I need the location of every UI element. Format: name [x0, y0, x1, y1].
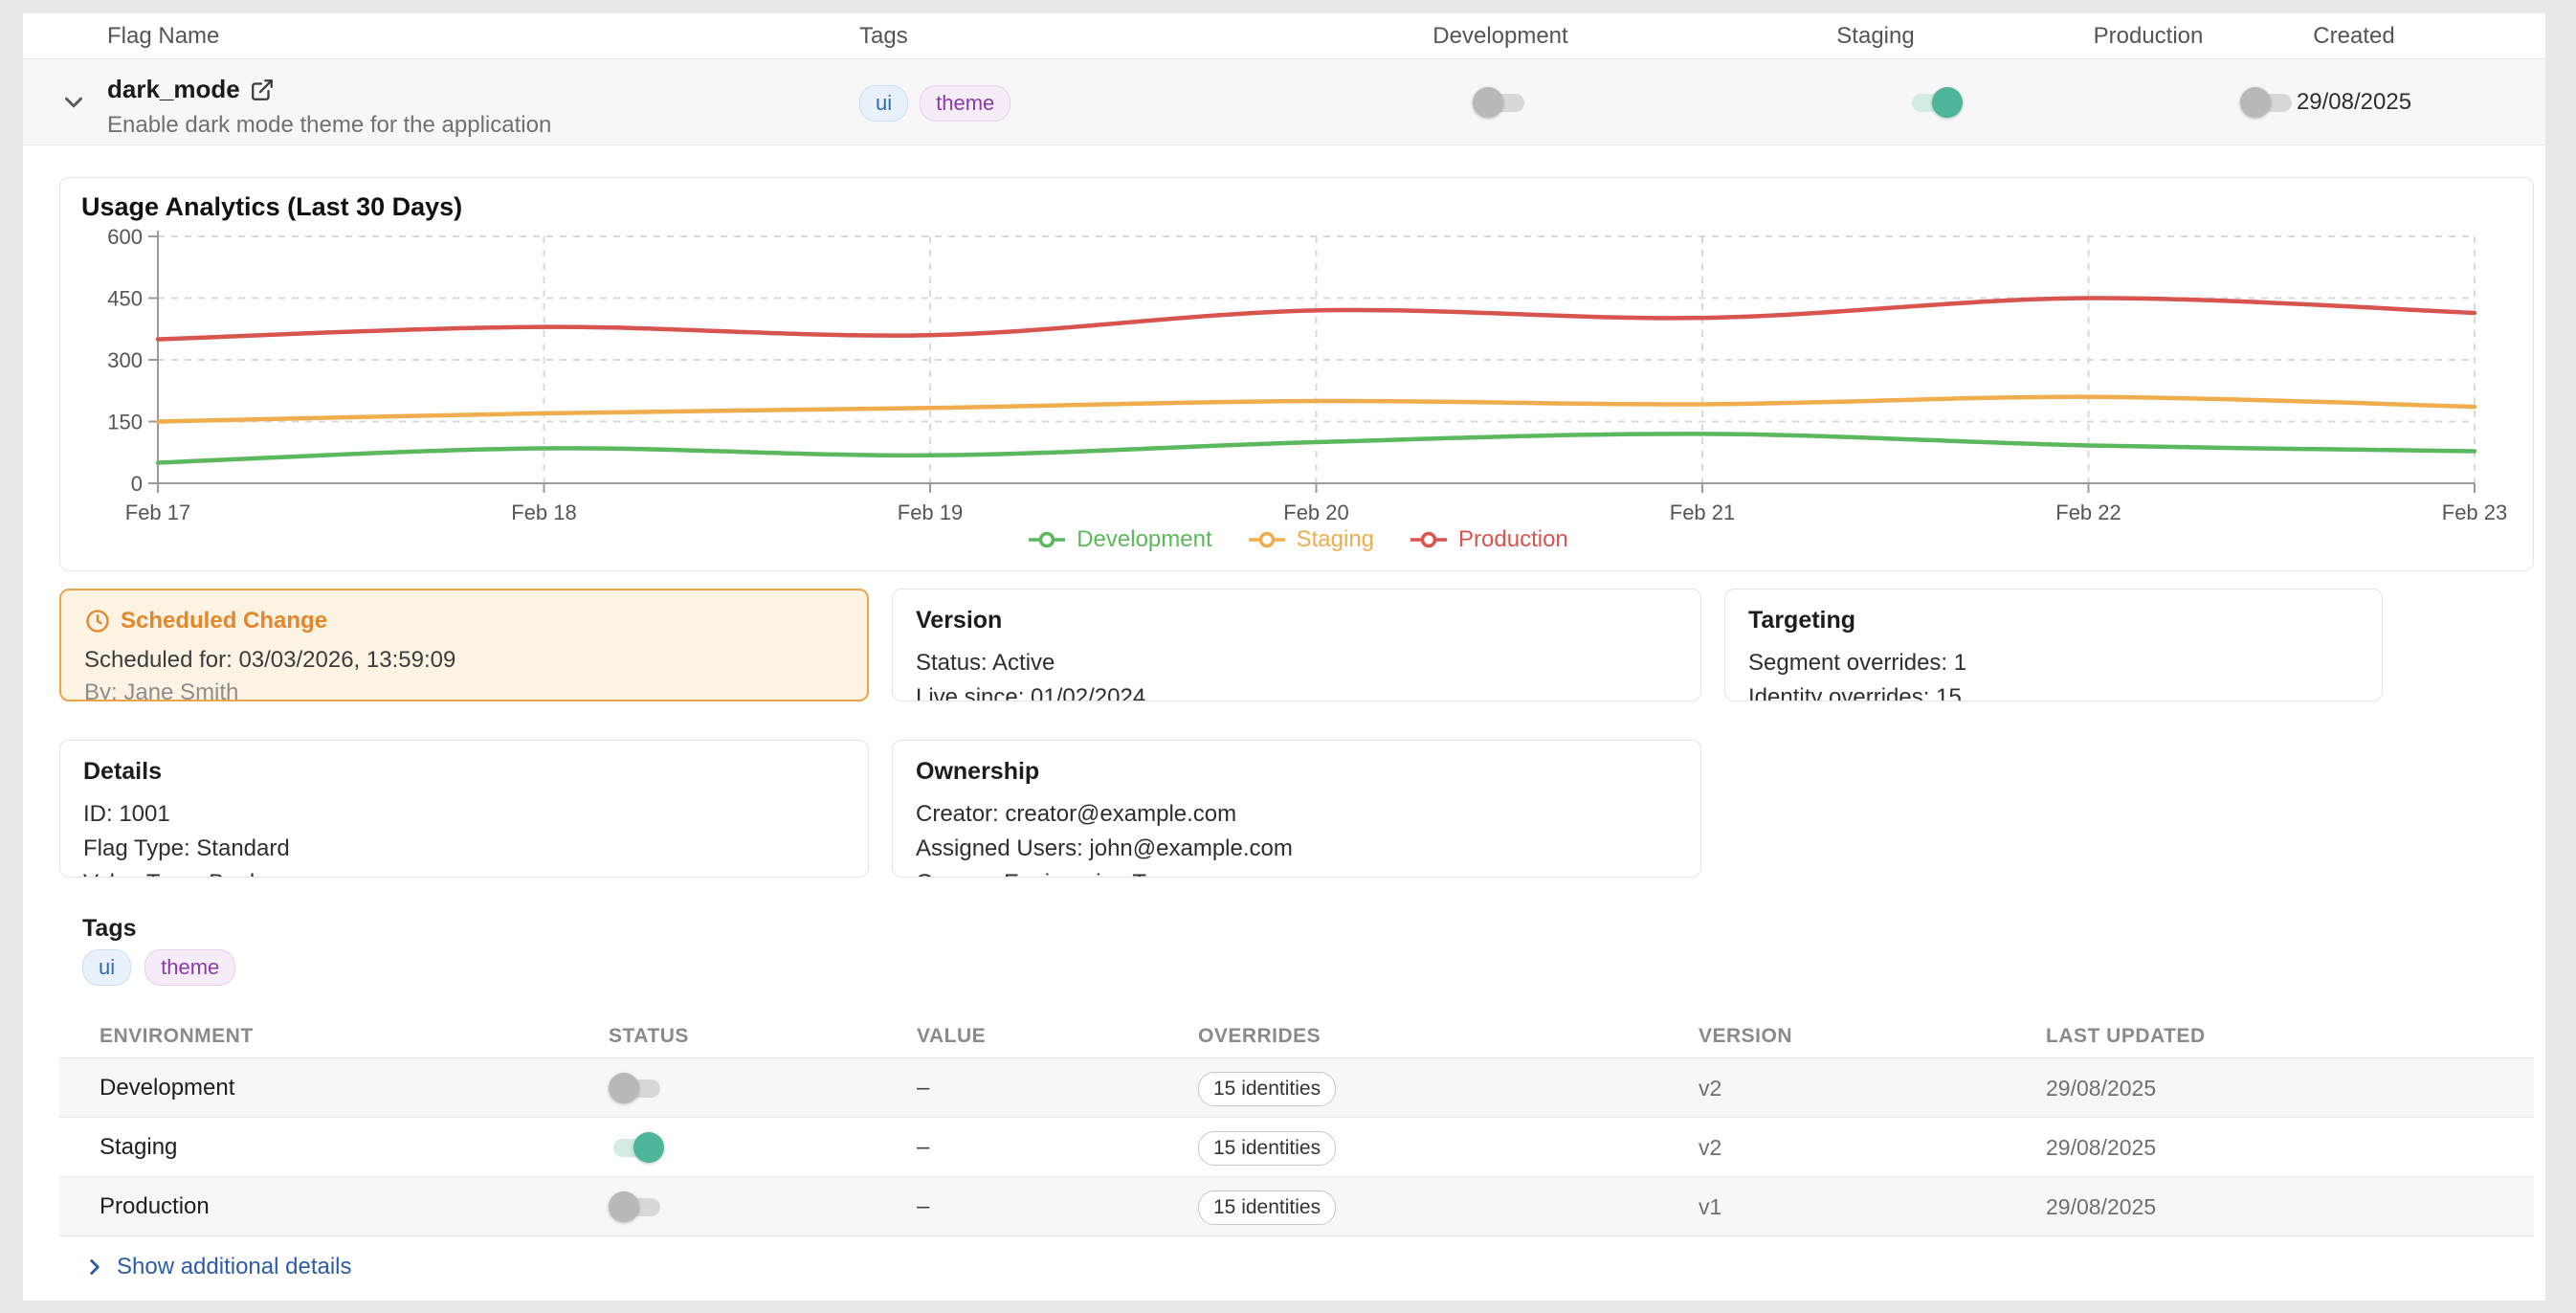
details-flag-type: Flag Type: Standard [83, 832, 845, 866]
external-link-icon[interactable] [250, 78, 275, 102]
tag-ui[interactable]: ui [859, 85, 908, 122]
env-status-toggle[interactable] [609, 1191, 664, 1223]
scheduled-for-text: Scheduled for: 03/03/2026, 13:59:09 [84, 644, 844, 677]
legend-item-production[interactable]: Production [1407, 526, 1568, 553]
scheduled-change-title: Scheduled Change [84, 608, 844, 634]
details-card: Details ID: 1001 Flag Type: Standard Val… [59, 740, 869, 878]
svg-text:300: 300 [107, 348, 143, 372]
table-row-staging: Staging – 15 identities v2 29/08/2025 [59, 1118, 2534, 1177]
tag-theme[interactable]: theme [920, 85, 1010, 122]
col-status: STATUS [609, 1017, 689, 1056]
targeting-card-title: Targeting [1748, 607, 2359, 634]
overrides-badge[interactable]: 15 identities [1198, 1191, 1336, 1225]
version-card-title: Version [916, 607, 1677, 634]
ownership-card-title: Ownership [916, 758, 1677, 786]
details-id: ID: 1001 [83, 797, 845, 832]
env-version: v2 [1699, 1118, 1721, 1177]
env-status-toggle[interactable] [609, 1131, 664, 1164]
col-value: VALUE [917, 1017, 986, 1056]
col-version: VERSION [1699, 1017, 1792, 1056]
column-created: Created [2313, 13, 2394, 59]
svg-text:Feb 21: Feb 21 [1670, 501, 1736, 524]
scheduled-change-label: Scheduled Change [121, 608, 327, 634]
created-date: 29/08/2025 [2297, 59, 2411, 145]
env-last-updated: 29/08/2025 [2046, 1058, 2156, 1118]
version-live-since: Live since: 01/02/2024 [916, 680, 1677, 701]
ownership-card: Ownership Creator: creator@example.com A… [892, 740, 1701, 878]
env-value: – [917, 1177, 929, 1236]
flag-table-header: Flag Name Tags Development Staging Produ… [23, 13, 2545, 59]
env-version: v1 [1699, 1177, 1721, 1236]
details-value-type: Value Type: Boolean [83, 866, 845, 878]
segment-overrides: Segment overrides: 1 [1748, 646, 2359, 680]
environments-table: ENVIRONMENT STATUS VALUE OVERRIDES VERSI… [59, 1017, 2534, 1236]
chevron-down-icon[interactable] [59, 88, 88, 117]
toggle-staging[interactable] [1907, 86, 1963, 119]
env-value: – [917, 1118, 929, 1177]
details-card-title: Details [83, 758, 845, 786]
svg-text:0: 0 [131, 472, 143, 496]
svg-text:Feb 17: Feb 17 [125, 501, 191, 524]
identity-overrides: Identity overrides: 15 [1748, 680, 2359, 701]
ownership-groups: Groups: Engineering Team [916, 866, 1677, 878]
table-row-development: Development – 15 identities v2 29/08/202… [59, 1058, 2534, 1118]
env-value: – [917, 1058, 929, 1118]
usage-analytics-card: Usage Analytics (Last 30 Days) 0 150 300 45… [59, 177, 2534, 571]
env-last-updated: 29/08/2025 [2046, 1177, 2156, 1236]
svg-text:Feb 18: Feb 18 [511, 501, 577, 524]
show-additional-details-label: Show additional details [117, 1254, 352, 1280]
overrides-badge[interactable]: 15 identities [1198, 1072, 1336, 1106]
svg-text:600: 600 [107, 225, 143, 249]
column-tags: Tags [859, 13, 908, 59]
tag-ui[interactable]: ui [82, 949, 131, 986]
column-flag-name: Flag Name [107, 13, 219, 59]
show-additional-details-link[interactable]: Show additional details [82, 1254, 352, 1280]
col-overrides: OVERRIDES [1198, 1017, 1321, 1056]
svg-text:Feb 19: Feb 19 [898, 501, 964, 524]
tags-section-title: Tags [82, 915, 137, 943]
svg-text:150: 150 [107, 411, 143, 434]
chart-legend: Development Staging Production [81, 526, 2512, 553]
chevron-right-icon [82, 1255, 107, 1280]
usage-chart-svg: 0 150 300 450 600 Feb 17 Feb 18 Feb 19 Feb 20 Feb… [81, 222, 2512, 526]
env-name: Production [100, 1177, 210, 1236]
ownership-assigned-users: Assigned Users: john@example.com [916, 832, 1677, 866]
version-status: Status: Active [916, 646, 1677, 680]
environments-table-header: ENVIRONMENT STATUS VALUE OVERRIDES VERSI… [59, 1017, 2534, 1058]
toggle-development[interactable] [1473, 86, 1528, 119]
legend-item-staging[interactable]: Staging [1245, 526, 1374, 553]
column-development: Development [1432, 13, 1567, 59]
toggle-production[interactable] [2240, 86, 2296, 119]
tags-section-pills: ui theme [82, 949, 235, 986]
scheduled-by-text: By: Jane Smith [84, 677, 844, 701]
overrides-badge[interactable]: 15 identities [1198, 1131, 1336, 1166]
env-last-updated: 29/08/2025 [2046, 1118, 2156, 1177]
chart-title: Usage Analytics (Last 30 Days) [81, 191, 2512, 222]
flag-description: Enable dark mode theme for the applicati… [107, 112, 551, 139]
version-card: Version Status: Active Live since: 01/02… [892, 589, 1701, 701]
flag-name: dark_mode [107, 75, 240, 104]
clock-icon [84, 608, 111, 634]
tag-theme[interactable]: theme [144, 949, 235, 986]
targeting-card: Targeting Segment overrides: 1 Identity … [1724, 589, 2383, 701]
column-staging: Staging [1836, 13, 1914, 59]
column-production: Production [2094, 13, 2204, 59]
env-version: v2 [1699, 1058, 1721, 1118]
flag-row[interactable]: dark_mode Enable dark mode theme for the… [23, 59, 2545, 145]
col-environment: ENVIRONMENT [100, 1017, 254, 1056]
env-status-toggle[interactable] [609, 1072, 664, 1104]
svg-text:Feb 20: Feb 20 [1283, 501, 1349, 524]
svg-text:450: 450 [107, 287, 143, 311]
flag-row-tags: ui theme [859, 85, 1010, 122]
ownership-creator: Creator: creator@example.com [916, 797, 1677, 832]
col-last-updated: LAST UPDATED [2046, 1017, 2206, 1056]
svg-text:Feb 23: Feb 23 [2442, 501, 2508, 524]
legend-item-development[interactable]: Development [1025, 526, 1211, 553]
feature-flag-panel: Flag Name Tags Development Staging Produ… [23, 13, 2545, 1301]
svg-text:Feb 22: Feb 22 [2055, 501, 2121, 524]
env-name: Development [100, 1058, 234, 1118]
env-name: Staging [100, 1118, 177, 1177]
table-row-production: Production – 15 identities v1 29/08/2025 [59, 1177, 2534, 1236]
scheduled-change-card: Scheduled Change Scheduled for: 03/03/20… [59, 589, 869, 701]
